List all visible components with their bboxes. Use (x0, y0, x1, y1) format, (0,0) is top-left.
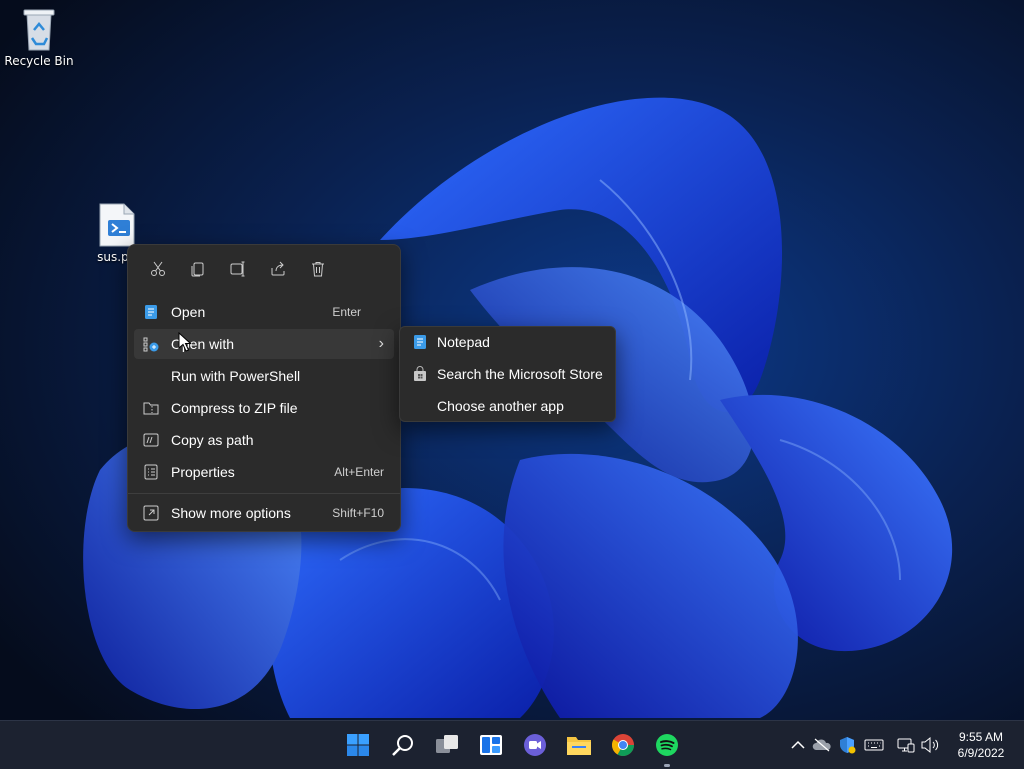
menu-item-label: Properties (171, 464, 235, 480)
file-explorer-icon (567, 737, 591, 755)
menu-item-label: Open (171, 304, 206, 320)
copy-button[interactable] (178, 257, 218, 281)
teams-chat-button[interactable] (519, 729, 551, 761)
keyboard-icon (864, 739, 884, 751)
submenu-item-label: Notepad (437, 334, 490, 350)
share-icon (271, 261, 285, 276)
menu-item-label: Copy as path (171, 432, 254, 448)
onedrive-tray[interactable] (812, 735, 832, 755)
notepad-icon (414, 335, 426, 349)
context-menu-toolbar (138, 257, 338, 281)
chevron-right-icon: › (378, 335, 384, 352)
network-tray[interactable] (896, 735, 916, 755)
menu-item-show-more-options[interactable]: Show more options Shift+F10 (134, 498, 394, 528)
menu-item-compress-zip[interactable]: Compress to ZIP file (134, 393, 394, 423)
zip-folder-icon (143, 402, 159, 415)
file-context-menu: Open Enter Open with › Run with PowerShe… (127, 244, 401, 532)
recycle-bin-icon (23, 9, 55, 51)
open-with-icon (143, 337, 159, 352)
widgets-button[interactable] (475, 729, 507, 761)
rename-button[interactable] (218, 257, 258, 281)
submenu-item-search-store[interactable]: Search the Microsoft Store (404, 359, 611, 389)
clock-time: 9:55 AM (958, 730, 1004, 744)
submenu-item-notepad[interactable]: Notepad (404, 327, 611, 357)
menu-item-label: Show more options (171, 505, 291, 521)
file-explorer-button[interactable] (563, 729, 595, 761)
network-icon (897, 738, 915, 753)
menu-item-shortcut: Shift+F10 (332, 506, 384, 520)
chrome-icon (612, 734, 634, 756)
menu-item-shortcut: Enter (332, 305, 361, 319)
menu-item-label: Run with PowerShell (171, 368, 301, 384)
more-options-icon (143, 505, 159, 521)
taskbar: 9:55 AM 6/9/2022 (0, 720, 1024, 769)
menu-item-copy-as-path[interactable]: Copy as path (134, 425, 394, 455)
menu-item-run-with-powershell[interactable]: Run with PowerShell (134, 361, 394, 391)
show-hidden-icons-button[interactable] (788, 735, 808, 755)
clock[interactable]: 9:55 AM 6/9/2022 (948, 729, 1014, 761)
start-button[interactable] (342, 729, 374, 761)
spotify-icon (656, 734, 678, 756)
powershell-script-icon (99, 203, 135, 247)
recycle-bin-label: Recycle Bin (4, 54, 74, 68)
delete-button[interactable] (298, 257, 338, 281)
onedrive-icon (812, 738, 831, 752)
share-button[interactable] (258, 257, 298, 281)
store-icon (414, 366, 426, 381)
cut-icon (151, 261, 165, 276)
search-button[interactable] (387, 729, 419, 761)
menu-item-shortcut: Alt+Enter (334, 465, 384, 479)
menu-item-open[interactable]: Open Enter (134, 297, 394, 327)
volume-tray[interactable] (920, 735, 940, 755)
search-icon (392, 735, 413, 756)
volume-icon (921, 736, 939, 754)
submenu-item-label: Choose another app (437, 398, 564, 414)
submenu-item-label: Search the Microsoft Store (437, 366, 603, 382)
running-app-indicator (664, 764, 670, 767)
notepad-icon (145, 305, 157, 319)
submenu-item-choose-another-app[interactable]: Choose another app (404, 391, 611, 421)
menu-item-properties[interactable]: Properties Alt+Enter (134, 457, 394, 487)
chevron-up-icon (791, 740, 805, 749)
security-icon (840, 737, 856, 754)
delete-icon (312, 262, 324, 277)
cut-button[interactable] (138, 257, 178, 281)
menu-item-open-with[interactable]: Open with › (134, 329, 394, 359)
task-view-icon (436, 735, 458, 753)
menu-item-label: Open with (171, 336, 235, 352)
recycle-bin[interactable]: Recycle Bin (1, 6, 77, 68)
keyboard-tray[interactable] (864, 735, 884, 755)
task-view-button[interactable] (431, 729, 463, 761)
menu-item-label: Compress to ZIP file (171, 400, 298, 416)
teams-chat-icon (524, 734, 546, 756)
open-with-submenu: Notepad Search the Microsoft Store Choos… (399, 326, 616, 422)
spotify-button[interactable] (651, 729, 683, 761)
properties-icon (144, 464, 158, 480)
widgets-icon (480, 735, 502, 755)
clock-date: 6/9/2022 (957, 746, 1005, 760)
rename-icon (230, 261, 245, 277)
copy-path-icon (143, 433, 159, 447)
start-icon (347, 734, 369, 756)
copy-icon (191, 262, 204, 277)
chrome-button[interactable] (607, 729, 639, 761)
windows-security-tray[interactable] (837, 735, 857, 755)
mouse-cursor-icon (178, 332, 192, 352)
menu-separator (128, 493, 400, 494)
